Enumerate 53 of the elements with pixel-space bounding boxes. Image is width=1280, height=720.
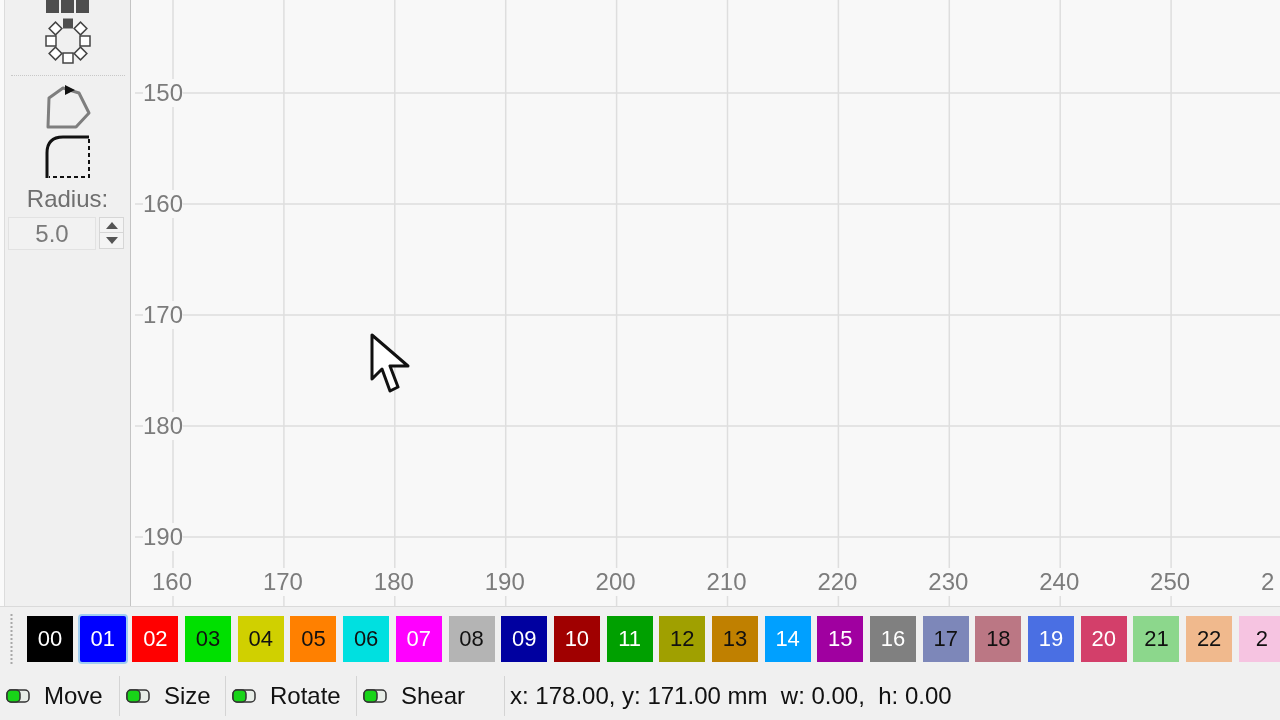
coordinate-readout: x: 178.00, y: 171.00 mm w: 0.00, h: 0.00	[509, 680, 952, 711]
ruler-label: 180	[143, 412, 184, 440]
color-swatch[interactable]: 02	[132, 616, 179, 662]
spin-down-button[interactable]	[99, 233, 124, 249]
radius-input[interactable]: 5.0	[8, 217, 96, 250]
ruler-label: 200	[595, 568, 636, 596]
toggle-button[interactable]: Size	[126, 677, 211, 714]
color-swatch[interactable]: 04	[237, 616, 284, 662]
toggle-button[interactable]: Move	[6, 677, 103, 714]
ruler-label: 170	[262, 568, 303, 596]
color-swatch[interactable]: 19	[1028, 616, 1075, 662]
color-swatch[interactable]: 18	[975, 616, 1022, 662]
ruler-label: 190	[143, 523, 184, 551]
toggle-button[interactable]: Shear	[363, 677, 466, 714]
square-ring-icon[interactable]	[44, 18, 91, 64]
ruler-label: 240	[1039, 568, 1080, 596]
ruler-label: 150	[143, 79, 184, 107]
color-swatch[interactable]: 10	[553, 616, 600, 662]
color-swatch[interactable]: 06	[343, 616, 390, 662]
ruler-label: 160	[152, 568, 193, 596]
color-swatch[interactable]: 2	[1238, 616, 1280, 662]
ruler-label: 180	[373, 568, 414, 596]
squares-icon[interactable]	[46, 0, 89, 14]
color-swatch[interactable]: 00	[27, 616, 73, 662]
spin-up-button[interactable]	[99, 217, 124, 233]
ruler-label: 190	[484, 568, 525, 596]
color-swatch[interactable]: 08	[448, 616, 495, 662]
toggle-button[interactable]: Rotate	[232, 677, 341, 714]
ruler-label: 170	[143, 301, 184, 329]
color-swatch[interactable]: 16	[870, 616, 916, 662]
ruler-label: 220	[817, 568, 858, 596]
radius-label: Radius:	[26, 186, 109, 212]
mouse-pointer-icon	[370, 333, 411, 394]
ruler-label: 160	[143, 190, 184, 218]
caret-down-icon	[105, 237, 118, 244]
polygon-arrow-icon[interactable]	[44, 85, 91, 129]
ruler-label: 230	[928, 568, 969, 596]
color-swatch[interactable]: 09	[501, 616, 548, 662]
color-swatch[interactable]: 20	[1080, 616, 1127, 662]
color-swatch[interactable]: 17	[922, 616, 969, 662]
color-swatch[interactable]: 12	[659, 616, 706, 662]
ruler-label: 250	[1150, 568, 1191, 596]
caret-up-icon	[105, 221, 118, 229]
color-swatch[interactable]: 21	[1133, 616, 1180, 662]
grip-dots-icon[interactable]	[10, 614, 13, 664]
rounded-corner-icon[interactable]	[44, 135, 91, 179]
color-swatch[interactable]: 03	[185, 616, 232, 662]
color-swatch[interactable]: 22	[1186, 616, 1233, 662]
color-swatch[interactable]: 15	[817, 616, 864, 662]
color-swatch[interactable]: 13	[711, 616, 758, 662]
ruler-label: 210	[706, 568, 747, 596]
color-swatch[interactable]: 05	[290, 616, 337, 662]
color-swatch[interactable]: 01	[79, 616, 126, 662]
